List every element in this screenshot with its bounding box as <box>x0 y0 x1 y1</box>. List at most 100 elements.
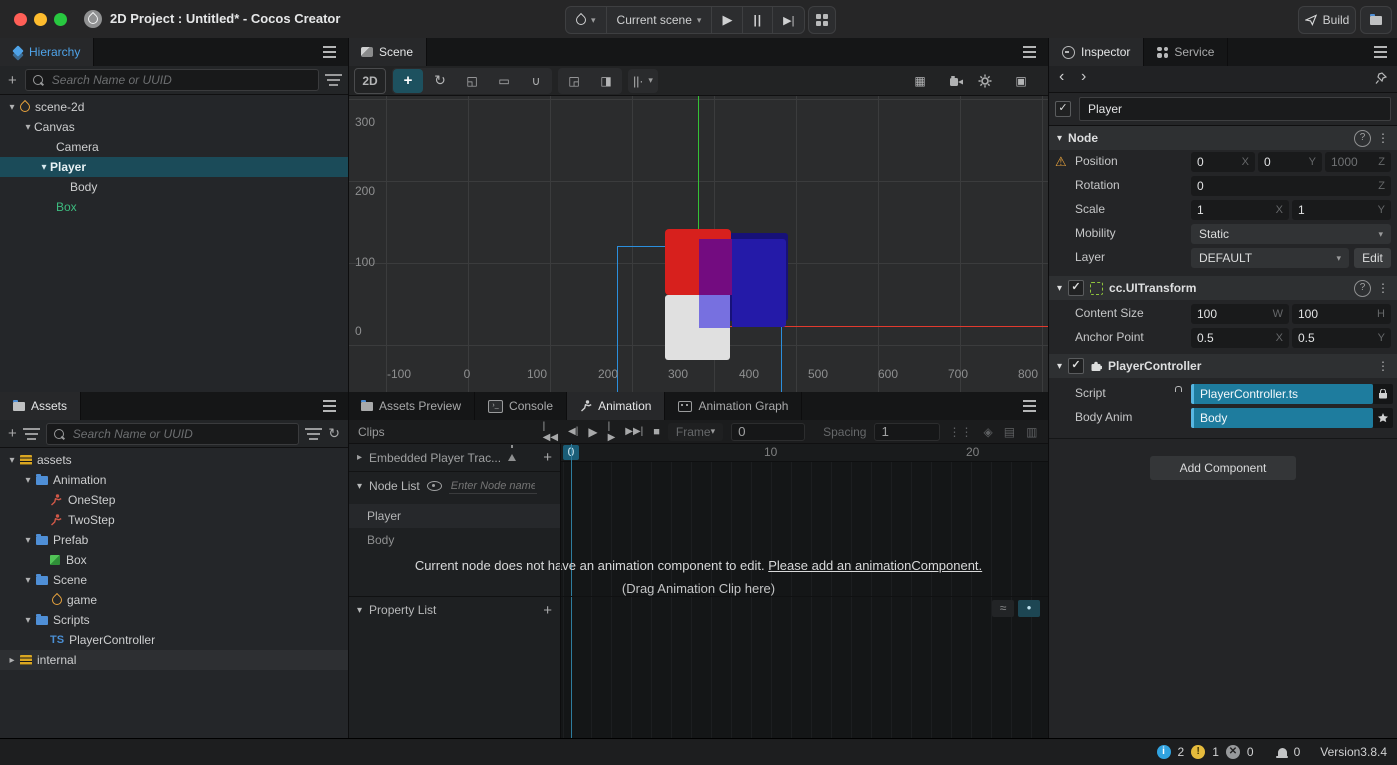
uitransform-enabled-checkbox[interactable]: ✓ <box>1068 280 1085 296</box>
tree-node-box[interactable]: Box <box>0 197 348 217</box>
asset-internal-root[interactable]: ▸ internal <box>0 650 348 670</box>
chevron-right-icon[interactable]: ▸ <box>357 452 362 463</box>
anim-node-row-body[interactable]: Body <box>349 528 560 552</box>
assets-menu-icon[interactable] <box>323 400 336 412</box>
property-list-header[interactable]: ▾ Property List + <box>349 597 560 623</box>
curve-view-button[interactable]: ≈ <box>992 600 1014 617</box>
scene-menu-icon[interactable] <box>1023 46 1036 58</box>
animation-splitter[interactable] <box>560 444 561 738</box>
gear-icon[interactable] <box>978 74 992 88</box>
assets-filter-icon[interactable] <box>305 427 323 440</box>
flask-icon[interactable] <box>508 445 517 461</box>
tab-service[interactable]: Service <box>1144 38 1229 66</box>
gizmo-settings-button[interactable]: ||· ▾ <box>628 68 658 93</box>
script-asset-field[interactable]: PlayerController.ts <box>1191 384 1373 404</box>
device-select[interactable]: ▾ <box>566 7 607 33</box>
hierarchy-search[interactable] <box>24 69 319 91</box>
hierarchy-filter-icon[interactable] <box>325 74 342 86</box>
go-to-end-button[interactable]: ▶▶| <box>625 426 643 437</box>
tab-animation-graph[interactable]: Animation Graph <box>665 392 803 420</box>
scale-x-field[interactable]: 1X <box>1191 200 1289 220</box>
assets-search[interactable] <box>45 422 300 445</box>
scene-viewport[interactable]: -100 0 100 200 300 400 500 600 700 800 3… <box>349 96 1048 392</box>
content-size-h-field[interactable]: 100 H <box>1292 304 1391 324</box>
next-frame-button[interactable]: |▶ <box>608 421 616 443</box>
frame-unit-select[interactable]: Frame ▾ <box>667 422 724 441</box>
hierarchy-menu-icon[interactable] <box>323 46 336 58</box>
mobility-select[interactable]: Static ▾ <box>1191 224 1391 244</box>
box-blue-sprite[interactable] <box>732 239 786 327</box>
clip-card-icon[interactable]: ▥ <box>1026 425 1037 439</box>
asset-folder-prefab[interactable]: ▾ Prefab <box>0 530 348 550</box>
tree-node-player-selected[interactable]: ▾ Player <box>0 157 348 177</box>
chevron-down-icon[interactable]: ▾ <box>22 575 34 586</box>
pause-button[interactable]: || <box>743 7 774 33</box>
tree-node-body[interactable]: Body <box>0 177 348 197</box>
bell-count[interactable]: 0 <box>1294 745 1301 759</box>
uitransform-menu-icon[interactable]: ⋮ <box>1377 281 1389 295</box>
sort-assets-icon[interactable] <box>24 432 38 435</box>
tree-node-camera[interactable]: Camera <box>0 137 348 157</box>
body-anim-slot[interactable] <box>1373 408 1393 428</box>
camera-icon[interactable] <box>949 75 964 87</box>
play-button[interactable]: ▶ <box>712 7 744 33</box>
layer-select[interactable]: DEFAULT ▾ <box>1191 248 1349 268</box>
chevron-down-icon[interactable]: ▾ <box>22 475 34 486</box>
tree-node-canvas[interactable]: ▾ Canvas <box>0 117 348 137</box>
node-section-menu-icon[interactable]: ⋮ <box>1377 131 1389 145</box>
chevron-down-icon[interactable]: ▾ <box>357 481 362 492</box>
anchor-x-field[interactable]: 0.5 X <box>1191 328 1289 348</box>
timeline-ruler[interactable]: 0 10 20 <box>560 444 1048 462</box>
minimize-window-button[interactable] <box>34 13 47 26</box>
chevron-down-icon[interactable]: ▾ <box>22 535 34 546</box>
2d-3d-toggle[interactable]: 2D <box>354 67 386 94</box>
tab-assets[interactable]: Assets <box>0 392 82 420</box>
warning-count-icon[interactable]: ! <box>1191 745 1206 759</box>
inspector-menu-icon[interactable] <box>1374 46 1387 58</box>
asset-box-prefab[interactable]: Box <box>0 550 348 570</box>
position-y-field[interactable]: 0Y <box>1258 152 1322 172</box>
refresh-icon[interactable]: ↻ <box>328 425 340 442</box>
position-z-field[interactable]: 1000 Z <box>1325 152 1391 172</box>
tree-node-scene-2d[interactable]: ▾ scene-2d <box>0 97 348 117</box>
add-property-button[interactable]: + <box>543 603 552 618</box>
asset-folder-scene[interactable]: ▾ Scene <box>0 570 348 590</box>
frame-settings-button[interactable]: ▣ <box>1006 69 1036 93</box>
chevron-down-icon[interactable]: ▾ <box>22 615 34 626</box>
hierarchy-search-input[interactable] <box>49 72 311 88</box>
chevron-down-icon[interactable]: ▾ <box>1057 361 1062 372</box>
stop-button[interactable]: ■ <box>653 426 660 438</box>
script-asset-slot[interactable] <box>1373 384 1393 404</box>
uitransform-section-header[interactable]: ▾ ✓ cc.UITransform ? ⋮ <box>1049 276 1397 300</box>
asset-onestep[interactable]: OneStep <box>0 490 348 510</box>
previous-frame-button[interactable]: ◀| <box>568 426 578 437</box>
node-name-field[interactable]: Player <box>1079 96 1391 121</box>
rect-tool-button[interactable]: ▭ <box>489 69 519 93</box>
info-icon[interactable]: i <box>1156 745 1171 759</box>
tab-console[interactable]: ›_ Console <box>475 392 568 420</box>
chevron-down-icon[interactable]: ▾ <box>6 455 18 466</box>
pin-icon[interactable] <box>1375 72 1387 85</box>
rotation-z-field[interactable]: 0Z <box>1191 176 1391 196</box>
position-x-field[interactable]: 0X <box>1191 152 1255 172</box>
layout-button[interactable] <box>808 6 836 34</box>
spacing-input[interactable] <box>874 422 941 441</box>
body-anim-field[interactable]: Body <box>1191 408 1373 428</box>
eye-icon[interactable] <box>426 481 442 491</box>
maximize-window-button[interactable] <box>54 13 67 26</box>
assets-search-input[interactable] <box>70 425 292 442</box>
step-button[interactable]: ▶| <box>773 7 804 33</box>
play-animation-button[interactable]: ▶ <box>588 425 597 439</box>
dopesheet-view-button[interactable]: ● <box>1018 600 1040 617</box>
scale-y-field[interactable]: 1Y <box>1292 200 1391 220</box>
node-section-header[interactable]: ▾ Node ? ⋮ <box>1049 126 1397 150</box>
transform-tool-button[interactable]: ∪ <box>521 69 551 93</box>
chevron-down-icon[interactable]: ▾ <box>1057 133 1062 144</box>
tab-hierarchy[interactable]: Hierarchy <box>0 38 95 66</box>
tab-inspector[interactable]: Inspector <box>1049 38 1145 66</box>
info-count[interactable]: 2 <box>1178 745 1185 759</box>
rotate-tool-button[interactable]: ↻ <box>425 69 455 93</box>
tab-scene[interactable]: Scene <box>348 38 428 66</box>
chevron-down-icon[interactable]: ▾ <box>38 162 50 173</box>
help-icon[interactable]: ? <box>1354 279 1371 297</box>
